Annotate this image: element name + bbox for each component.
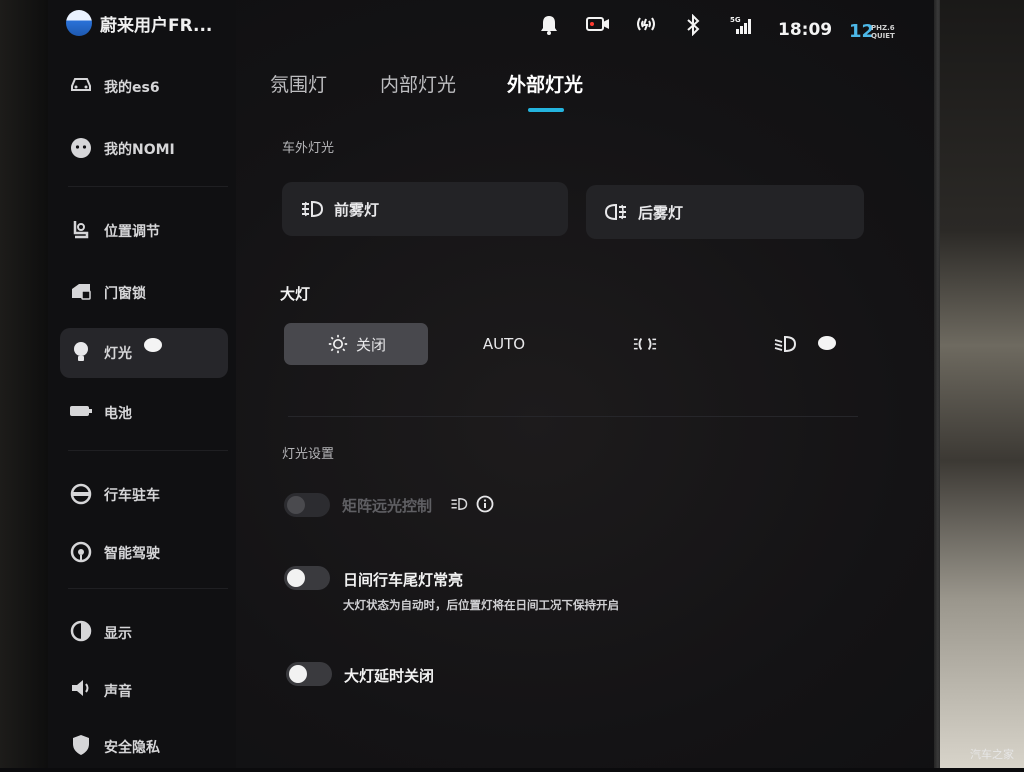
sidebar-item-smart-driving[interactable]: 智能驾驶	[60, 528, 228, 578]
svg-text:5G: 5G	[730, 16, 741, 24]
toggle-knob	[289, 665, 307, 683]
rear-fog-label: 后雾灯	[638, 203, 684, 222]
headlight-option-position[interactable]	[580, 323, 710, 365]
sidebar-item-label: 灯光	[104, 346, 132, 362]
user-name: 蔚来用户FR...	[100, 15, 213, 36]
headlight-option-off[interactable]: 关闭	[284, 323, 428, 365]
sidebar-item-door-lock[interactable]: 门窗锁	[60, 268, 228, 318]
shield-icon	[68, 734, 94, 760]
noise-mode: PHZ.6 QUIET	[871, 24, 895, 40]
settings-section-title: 灯光设置	[282, 447, 335, 462]
speaker-icon	[68, 678, 94, 704]
sidebar: 我的es6 我的NOMI 位置调节 门窗锁 灯光 电池 行车驻车 智能驾驶 显示…	[48, 0, 236, 768]
sidebar-item-sound[interactable]: 声音	[60, 666, 228, 716]
matrix-beam-label: 矩阵远光控制	[342, 497, 433, 515]
door-lock-icon	[68, 280, 94, 306]
toggle-knob	[287, 569, 305, 587]
tab-interior-light[interactable]: 内部灯光	[380, 70, 456, 97]
rear-fog-button[interactable]: 后雾灯	[586, 185, 864, 239]
car-interior-background	[940, 0, 1024, 768]
headlight-option-label: AUTO	[482, 335, 526, 353]
headlight-option-label: 关闭	[355, 335, 386, 354]
dashcam-icon[interactable]	[586, 14, 609, 36]
sidebar-item-label: 位置调节	[104, 224, 160, 240]
headlight-title: 大灯	[280, 285, 311, 303]
front-fog-label: 前雾灯	[334, 200, 380, 219]
drl-tail-toggle[interactable]	[284, 566, 330, 590]
clock: 18:09	[778, 20, 833, 40]
sidebar-item-lights[interactable]: 灯光	[60, 328, 228, 378]
car-icon	[68, 74, 94, 100]
display-icon	[68, 620, 94, 646]
bulb-icon	[68, 340, 94, 366]
sidebar-item-driving-parking[interactable]: 行车驻车	[60, 470, 228, 520]
bell-icon[interactable]	[538, 14, 560, 36]
position-light-icon	[633, 337, 657, 351]
sidebar-item-label: 智能驾驶	[104, 546, 160, 562]
drl-tail-label: 日间行车尾灯常亮	[343, 571, 464, 589]
headlight-delay-toggle[interactable]	[286, 662, 332, 686]
seat-icon	[68, 218, 94, 244]
tab-ambient-light[interactable]: 氛围灯	[270, 70, 327, 97]
sidebar-item-label: 电池	[104, 406, 132, 422]
sidebar-item-label: 声音	[104, 684, 132, 700]
glare-reflection	[818, 336, 836, 350]
sidebar-item-label: 安全隐私	[104, 740, 160, 756]
headlight-mode-selector: 关闭 AUTO	[284, 323, 854, 365]
sidebar-item-security-privacy[interactable]: 安全隐私	[60, 722, 228, 772]
user-profile[interactable]: 蔚来用户FR...	[66, 10, 212, 36]
headlight-delay-label: 大灯延时关闭	[344, 667, 435, 685]
drl-tail-description: 大灯状态为自动时，后位置灯将在日间工况下保持开启	[343, 598, 619, 612]
signal-5g-icon: 5G	[730, 14, 752, 36]
watermark: 汽车之家	[970, 748, 1014, 761]
steering-icon	[68, 482, 94, 508]
sidebar-item-label: 我的es6	[104, 80, 160, 96]
assist-drive-icon	[68, 540, 94, 566]
info-icon[interactable]	[476, 495, 494, 513]
sidebar-item-battery[interactable]: 电池	[60, 388, 228, 438]
sidebar-item-my-es6[interactable]: 我的es6	[60, 62, 228, 112]
sidebar-divider	[68, 588, 228, 589]
sidebar-item-label: 门窗锁	[104, 286, 146, 302]
high-beam-icon	[451, 497, 468, 511]
battery-icon	[68, 400, 94, 426]
toggle-knob	[287, 496, 305, 514]
tab-active-indicator	[528, 108, 564, 112]
infotainment-screen: 我的es6 我的NOMI 位置调节 门窗锁 灯光 电池 行车驻车 智能驾驶 显示…	[48, 0, 934, 768]
exterior-section-title: 车外灯光	[282, 141, 335, 156]
sidebar-item-label: 显示	[104, 626, 132, 642]
sidebar-item-label: 行车驻车	[104, 488, 160, 504]
bluetooth-icon[interactable]	[682, 13, 704, 37]
sidebar-divider	[68, 450, 228, 451]
front-fog-icon	[302, 200, 324, 218]
status-bar: 蔚来用户FR... 5G 18:09 12 PHZ.6 QUIET	[48, 0, 934, 62]
hotspot-icon[interactable]	[634, 14, 656, 36]
matrix-beam-toggle[interactable]	[284, 493, 330, 517]
sun-icon	[328, 334, 348, 354]
nio-logo-icon	[66, 10, 92, 36]
rear-fog-icon	[604, 203, 626, 221]
sidebar-divider	[68, 186, 228, 187]
sidebar-item-position[interactable]: 位置调节	[60, 206, 228, 256]
nomi-icon	[68, 136, 94, 162]
screen-bezel-left	[0, 0, 48, 768]
sidebar-item-display[interactable]: 显示	[60, 608, 228, 658]
low-beam-icon	[774, 335, 797, 353]
headlight-option-auto[interactable]: AUTO	[434, 323, 574, 365]
tab-exterior-light[interactable]: 外部灯光	[507, 70, 583, 97]
section-divider	[288, 416, 858, 417]
front-fog-button[interactable]: 前雾灯	[282, 182, 568, 236]
glare-reflection	[144, 338, 162, 352]
sidebar-item-label: 我的NOMI	[104, 142, 175, 158]
sidebar-item-my-nomi[interactable]: 我的NOMI	[60, 124, 228, 174]
